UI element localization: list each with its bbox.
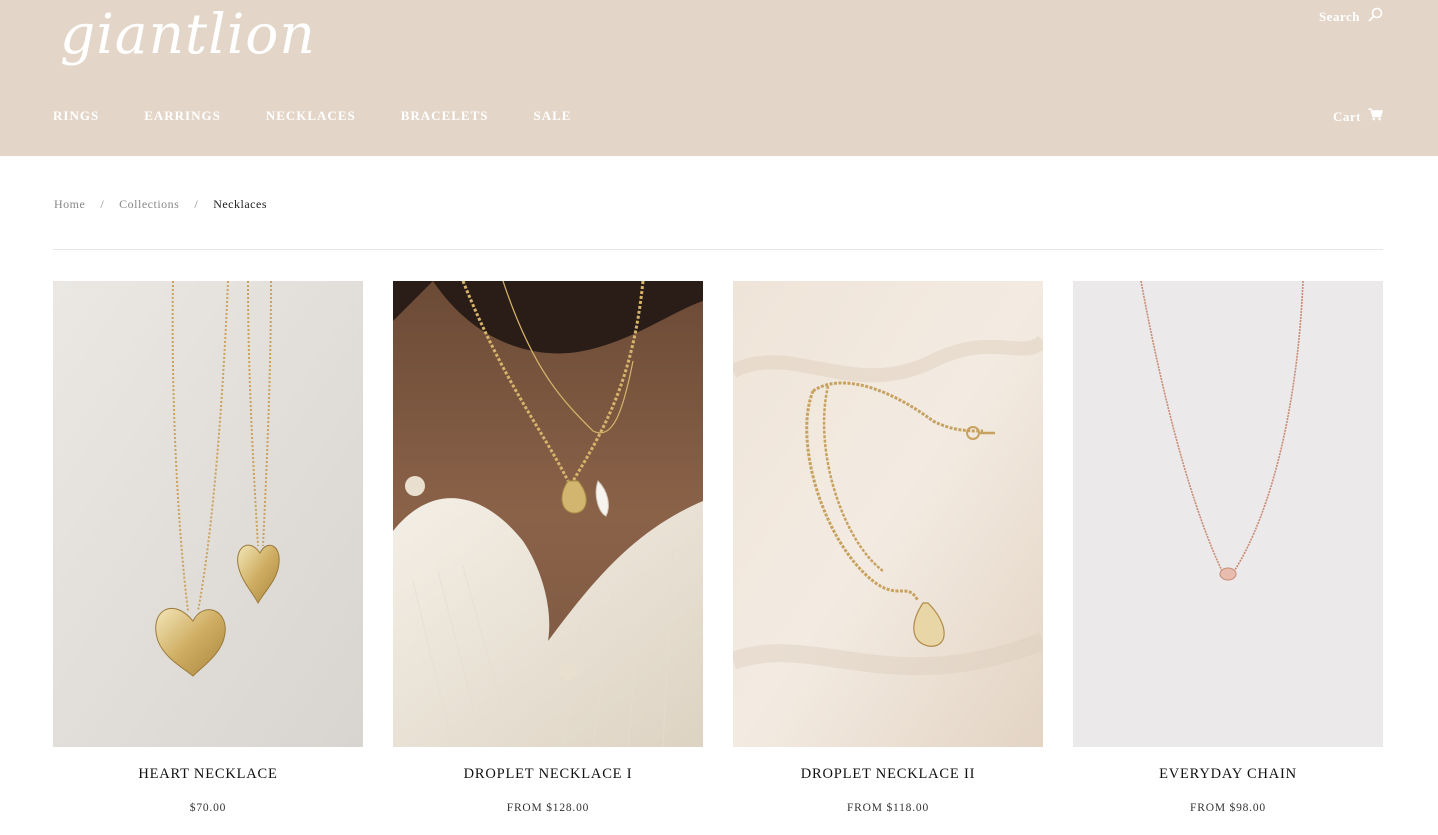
product-image[interactable]	[393, 281, 703, 747]
cart-label: Cart	[1333, 108, 1361, 124]
product-card[interactable]: EVERYDAY CHAIN FROM $98.00	[1073, 281, 1383, 814]
nav-bracelets[interactable]: BRACELETS	[401, 108, 489, 124]
breadcrumb-current: Necklaces	[213, 197, 267, 211]
breadcrumb-separator: /	[100, 197, 105, 211]
site-header: giantlion Search RINGS EARRINGS NECKLACE…	[0, 0, 1438, 156]
cart-button[interactable]: Cart	[1333, 108, 1383, 125]
breadcrumb-collections[interactable]: Collections	[119, 197, 179, 212]
product-name[interactable]: HEART NECKLACE	[53, 766, 363, 783]
nav-sale[interactable]: SALE	[533, 108, 571, 124]
product-price: $70.00	[189, 802, 227, 814]
product-card[interactable]: DROPLET NECKLACE I FROM $128.00	[393, 281, 703, 814]
search-label: Search	[1318, 8, 1360, 24]
product-name[interactable]: DROPLET NECKLACE II	[733, 766, 1043, 783]
search-button[interactable]: Search	[1319, 7, 1383, 26]
breadcrumb: Home / Collections / Necklaces	[54, 197, 267, 212]
product-image[interactable]	[733, 281, 1043, 747]
nav-rings[interactable]: RINGS	[53, 108, 99, 124]
product-card[interactable]: DROPLET NECKLACE II FROM $118.00	[733, 281, 1043, 814]
product-image[interactable]	[1073, 281, 1383, 747]
product-price: FROM $118.00	[846, 802, 930, 814]
product-price: FROM $128.00	[506, 802, 590, 814]
product-card[interactable]: HEART NECKLACE $70.00	[53, 281, 363, 814]
main-nav: RINGS EARRINGS NECKLACES BRACELETS SALE	[53, 108, 616, 124]
divider	[53, 249, 1383, 250]
brand-logo[interactable]: giantlion	[60, 2, 316, 66]
product-image[interactable]	[53, 281, 363, 747]
nav-earrings[interactable]: EARRINGS	[144, 108, 221, 124]
search-icon	[1368, 7, 1383, 26]
product-price: FROM $98.00	[1190, 802, 1266, 814]
breadcrumb-home[interactable]: Home	[54, 197, 85, 212]
product-name[interactable]: DROPLET NECKLACE I	[393, 766, 703, 783]
nav-necklaces[interactable]: NECKLACES	[266, 108, 356, 124]
breadcrumb-separator: /	[194, 197, 199, 211]
product-name[interactable]: EVERYDAY CHAIN	[1073, 766, 1383, 783]
cart-icon	[1368, 108, 1383, 125]
